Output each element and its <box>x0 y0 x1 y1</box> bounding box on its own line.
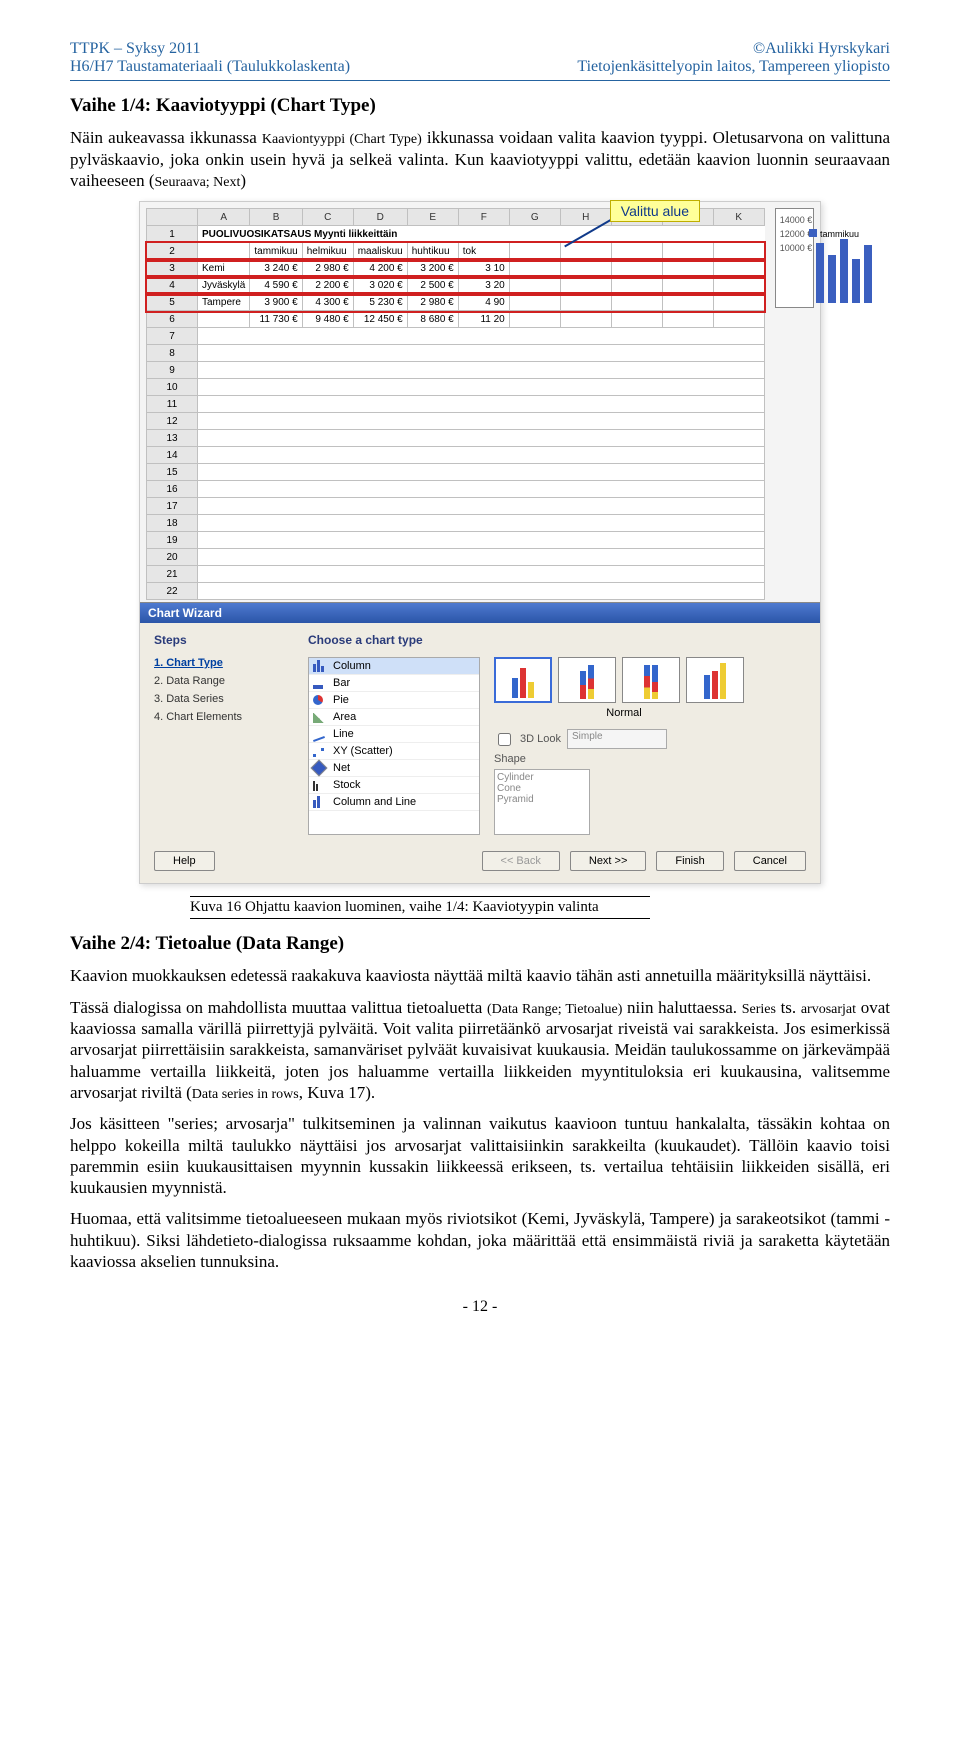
header-left-1: TTPK – Syksy 2011 <box>70 40 350 58</box>
column-icon <box>313 660 327 672</box>
help-button[interactable]: Help <box>154 851 215 871</box>
net-icon <box>313 762 327 774</box>
type-line: Line <box>309 726 479 743</box>
wizard-steps-panel: Steps 1. Chart Type 2. Data Range 3. Dat… <box>154 633 294 835</box>
subtype-2[interactable] <box>558 657 616 703</box>
step-4[interactable]: 4. Chart Elements <box>154 711 294 723</box>
finish-button[interactable]: Finish <box>656 851 723 871</box>
step-2[interactable]: 2. Data Range <box>154 675 294 687</box>
type-column: Column <box>309 658 479 675</box>
section2-p2: Tässä dialogissa on mahdollista muuttaa … <box>70 997 890 1104</box>
cancel-button[interactable]: Cancel <box>734 851 806 871</box>
scatter-icon <box>313 745 327 757</box>
subtype-3[interactable] <box>622 657 680 703</box>
section1-title: Vaihe 1/4: Kaaviotyyppi (Chart Type) <box>70 95 890 117</box>
bar-icon <box>313 677 327 689</box>
type-xy: XY (Scatter) <box>309 743 479 760</box>
chart-type-list[interactable]: Column Bar Pie Area Line XY (Scatter) Ne… <box>308 657 480 835</box>
spreadsheet-grid[interactable]: ABCDEFGHIJK 1PUOLIVUOSIKATSAUS Myynti li… <box>146 208 765 600</box>
header-left-2: H6/H7 Taustamateriaali (Taulukkolaskenta… <box>70 58 350 76</box>
dialog-title: Chart Wizard <box>140 603 820 623</box>
section2-title: Vaihe 2/4: Tietoalue (Data Range) <box>70 933 890 955</box>
page-header: TTPK – Syksy 2011 H6/H7 Taustamateriaali… <box>70 40 890 76</box>
chart-options: 3D Look Simple Shape Cylinder Cone Pyram… <box>494 729 754 835</box>
header-right-1: ©Aulikki Hyrskykari <box>577 40 890 58</box>
3d-look-checkbox[interactable] <box>498 733 511 746</box>
type-area: Area <box>309 709 479 726</box>
section1-paragraph: Näin aukeavassa ikkunassa Kaaviontyyppi … <box>70 127 890 191</box>
subtype-4[interactable] <box>686 657 744 703</box>
header-rule <box>70 80 890 81</box>
next-button[interactable]: Next >> <box>570 851 647 871</box>
pie-icon <box>313 694 327 706</box>
callout-selected-range: Valittu alue <box>610 200 700 222</box>
page-number: - 12 - <box>70 1298 890 1316</box>
shape-list[interactable]: Cylinder Cone Pyramid <box>494 769 590 835</box>
3d-style-select[interactable]: Simple <box>567 729 667 749</box>
type-column-line: Column and Line <box>309 794 479 811</box>
stock-icon <box>313 779 327 791</box>
section2-p4: Huomaa, että valitsimme tietoalueeseen m… <box>70 1208 890 1272</box>
type-bar: Bar <box>309 675 479 692</box>
area-icon <box>313 711 327 723</box>
choose-chart-type-label: Choose a chart type <box>308 633 806 647</box>
chart-wizard-dialog: Chart Wizard Steps 1. Chart Type 2. Data… <box>140 602 820 883</box>
shape-label: Shape <box>494 753 754 765</box>
section2-p1: Kaavion muokkauksen edetessä raakakuva k… <box>70 965 890 986</box>
back-button[interactable]: << Back <box>482 851 560 871</box>
chart-subtype-gallery[interactable] <box>494 657 754 703</box>
line-icon <box>313 728 327 740</box>
spreadsheet-area: ABCDEFGHIJK 1PUOLIVUOSIKATSAUS Myynti li… <box>140 202 820 602</box>
step-1[interactable]: 1. Chart Type <box>154 657 294 669</box>
subtype-label: Normal <box>494 707 754 719</box>
embedded-chart-preview: 14000 € 12000 € 10000 € tammikuu <box>775 208 814 308</box>
header-right-2: Tietojenkäsittelyopin laitos, Tampereen … <box>577 58 890 76</box>
type-stock: Stock <box>309 777 479 794</box>
step-3[interactable]: 3. Data Series <box>154 693 294 705</box>
figure-16-caption: Kuva 16 Ohjattu kaavion luominen, vaihe … <box>190 896 650 919</box>
subtype-1[interactable] <box>494 657 552 703</box>
section2-p3: Jos käsitteen "series; arvosarja" tulkit… <box>70 1113 890 1198</box>
type-net: Net <box>309 760 479 777</box>
type-pie: Pie <box>309 692 479 709</box>
column-line-icon <box>313 796 327 808</box>
figure-16: Valittu alue ABCDEFGHIJK 1PUOLIVUOSIKATS… <box>70 201 890 884</box>
